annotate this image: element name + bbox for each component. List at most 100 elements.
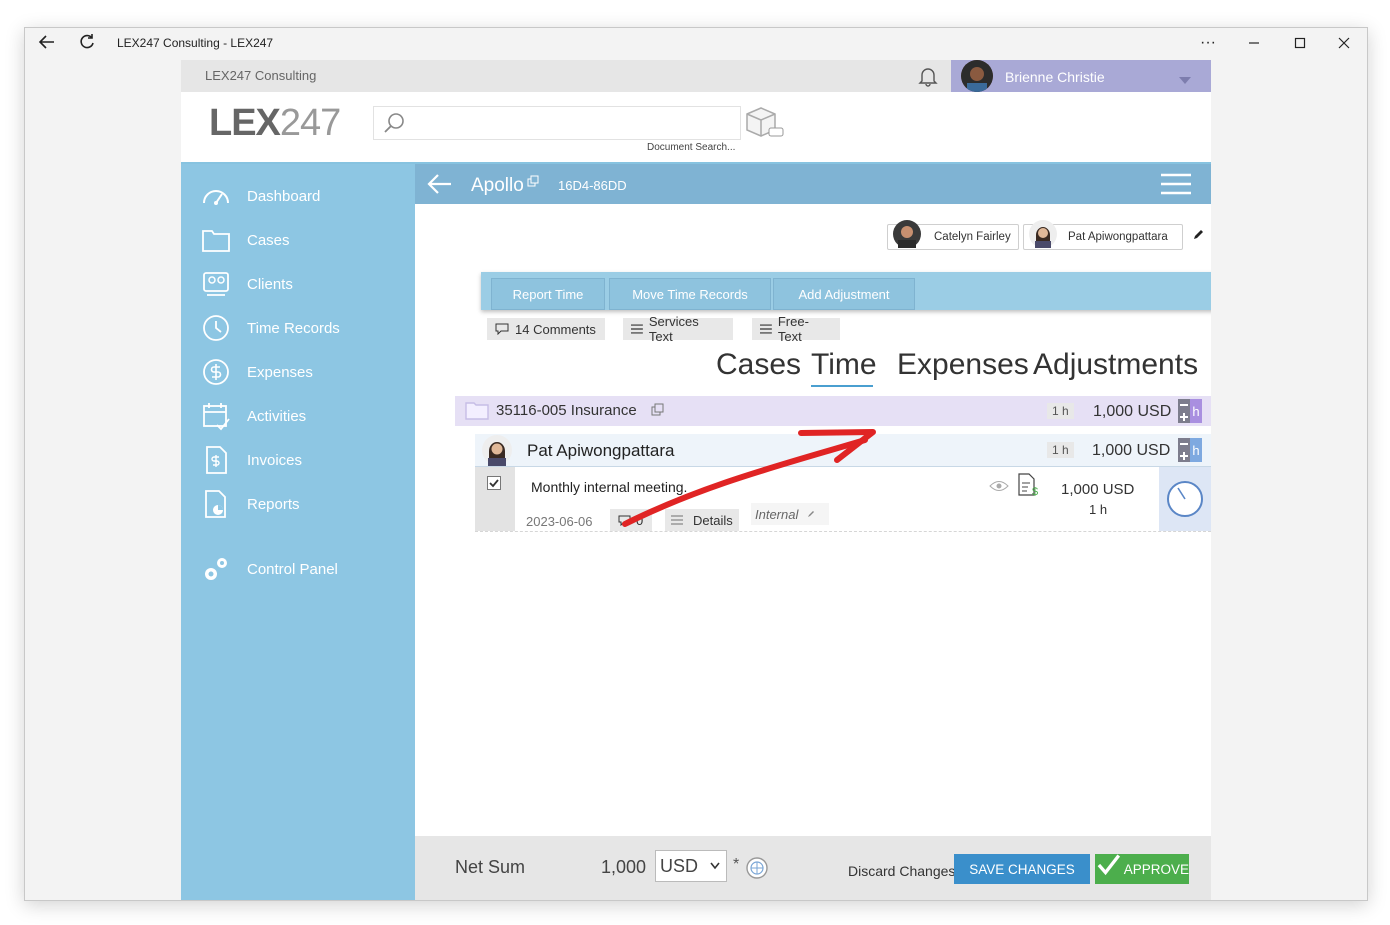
sidebar-item-label: Time Records xyxy=(247,319,340,337)
calculator-hours-icon[interactable]: h xyxy=(1178,399,1202,423)
save-changes-button[interactable]: SAVE CHANGES xyxy=(954,854,1090,884)
search-icon xyxy=(382,111,406,135)
services-text-button[interactable]: Services Text xyxy=(623,314,733,344)
approve-button[interactable]: APPROVE xyxy=(1095,854,1189,884)
assignee-name: Pat Apiwongpattara xyxy=(1068,231,1168,243)
sidebar-item-dashboard[interactable]: Dashboard xyxy=(201,180,320,212)
open-external-icon[interactable] xyxy=(527,174,539,187)
sidebar-item-cases[interactable]: Cases xyxy=(201,224,290,256)
logo-search-row: LEX247 Document Search... xyxy=(181,92,1211,164)
lex247-app: LEX247 Consulting Brienne Christie LEX24… xyxy=(181,60,1211,900)
entry-amount: 1,000 USD xyxy=(1061,481,1135,498)
annotation-arrow xyxy=(622,429,876,527)
maximize-icon[interactable] xyxy=(1277,28,1323,58)
sidebar-item-expenses[interactable]: Expenses xyxy=(201,356,313,388)
logo-text-bold: LEX xyxy=(209,102,281,144)
notification-bell-icon[interactable] xyxy=(917,65,939,87)
avatar xyxy=(892,219,922,249)
open-external-icon[interactable] xyxy=(651,403,664,416)
back-icon[interactable] xyxy=(37,32,57,52)
close-icon[interactable] xyxy=(1321,28,1367,58)
calendar-icon xyxy=(203,403,230,431)
document-search-box[interactable] xyxy=(373,106,741,140)
gears-icon xyxy=(205,558,227,580)
calculator-hours-icon[interactable]: h xyxy=(1178,438,1202,462)
avatar xyxy=(481,434,513,466)
active-tab-underline xyxy=(811,385,873,387)
comments-label: 14 Comments xyxy=(515,321,596,337)
services-text-label: Services Text xyxy=(648,314,699,344)
tab-time[interactable]: Time xyxy=(811,348,877,382)
hamburger-menu-icon[interactable] xyxy=(1161,173,1191,195)
comment-icon xyxy=(495,323,509,335)
timer-panel[interactable] xyxy=(1159,467,1211,531)
sidebar-item-control-panel[interactable]: Control Panel xyxy=(201,553,338,585)
entry-date: 2023-06-06 xyxy=(526,514,593,529)
report-time-button[interactable]: Report Time xyxy=(491,278,605,310)
user-menu[interactable]: Brienne Christie xyxy=(951,60,1211,92)
folder-icon xyxy=(465,400,489,420)
visibility-eye-icon[interactable] xyxy=(989,479,1009,491)
move-time-records-button[interactable]: Move Time Records xyxy=(609,278,771,310)
currency-select[interactable]: USD xyxy=(655,850,727,882)
sidebar-item-invoices[interactable]: Invoices xyxy=(201,444,302,476)
sidebar-item-clients[interactable]: Clients xyxy=(201,268,293,300)
minimize-icon[interactable] xyxy=(1231,28,1277,58)
title-bar: LEX247 Consulting - LEX247 ··· xyxy=(25,28,1367,58)
assignee-chip[interactable]: Pat Apiwongpattara xyxy=(1023,220,1183,250)
sidebar-item-time-records[interactable]: Time Records xyxy=(201,312,340,344)
refresh-icon[interactable] xyxy=(77,32,97,52)
case-amount: 1,000 USD xyxy=(1093,403,1172,420)
free-text-label: Free-Text xyxy=(777,314,809,344)
top-bar: LEX247 Consulting Brienne Christie xyxy=(181,60,1211,92)
avatar xyxy=(1028,219,1058,249)
entry-checkbox[interactable] xyxy=(487,476,501,490)
lex247-logo[interactable]: LEX247 xyxy=(209,102,341,145)
sidebar-item-label: Control Panel xyxy=(247,560,338,578)
sidebar: Dashboard Cases Clients Time Records Exp… xyxy=(181,164,415,900)
assignee-chip[interactable]: Catelyn Fairley xyxy=(887,220,1019,250)
currency-value: USD xyxy=(660,856,699,876)
tab-expenses[interactable]: Expenses xyxy=(897,348,1029,382)
sidebar-item-label: Invoices xyxy=(247,451,303,469)
document-search-input[interactable] xyxy=(410,111,734,135)
clock-icon xyxy=(203,315,229,341)
edit-pencil-icon[interactable] xyxy=(1191,228,1205,242)
person-hours-badge: 1 h xyxy=(1047,442,1074,458)
clients-icon xyxy=(203,272,229,296)
discard-changes-link[interactable]: Discard Changes xyxy=(848,863,955,879)
logo-text-light: 247 xyxy=(279,102,341,144)
main-content: Apollo 16D4-86DD Catelyn Fairley Pat Api… xyxy=(415,164,1211,900)
case-header: Apollo 16D4-86DD xyxy=(415,164,1211,204)
package-scan-icon[interactable] xyxy=(743,104,785,140)
case-group-row[interactable]: 35116-005 Insurance 1 h 1,000 USD h xyxy=(455,396,1211,426)
globe-icon[interactable] xyxy=(745,856,769,880)
sidebar-item-label: Clients xyxy=(247,275,293,293)
assignee-name: Catelyn Fairley xyxy=(934,231,1011,243)
sidebar-item-label: Dashboard xyxy=(247,187,321,205)
list-icon xyxy=(760,324,772,334)
sidebar-item-reports[interactable]: Reports xyxy=(201,488,300,520)
comments-button[interactable]: 14 Comments xyxy=(487,318,605,340)
case-hours-badge: 1 h xyxy=(1047,403,1074,419)
action-bar: Report Time Move Time Records Add Adjust… xyxy=(481,272,1211,310)
sidebar-item-label: Cases xyxy=(247,231,290,249)
svg-text:h: h xyxy=(1192,404,1199,419)
list-icon xyxy=(631,324,643,334)
org-name: LEX247 Consulting xyxy=(205,68,317,83)
more-options-icon[interactable]: ··· xyxy=(1185,28,1231,58)
approve-label: APPROVE xyxy=(1123,861,1189,877)
user-avatar xyxy=(961,60,993,92)
svg-text:$: $ xyxy=(1032,486,1038,497)
sidebar-item-activities[interactable]: Activities xyxy=(201,400,306,432)
add-adjustment-button[interactable]: Add Adjustment xyxy=(773,278,915,310)
back-arrow-icon[interactable] xyxy=(427,172,453,196)
billable-document-icon[interactable]: $ xyxy=(1017,473,1039,498)
tab-adjustments[interactable]: Adjustments xyxy=(1033,348,1198,382)
tab-cases[interactable]: Cases xyxy=(716,348,801,382)
user-name: Brienne Christie xyxy=(1005,69,1105,85)
free-text-button[interactable]: Free-Text xyxy=(752,314,840,344)
dashboard-icon xyxy=(203,190,229,205)
sidebar-item-label: Activities xyxy=(247,407,307,425)
dollar-icon xyxy=(203,359,229,385)
